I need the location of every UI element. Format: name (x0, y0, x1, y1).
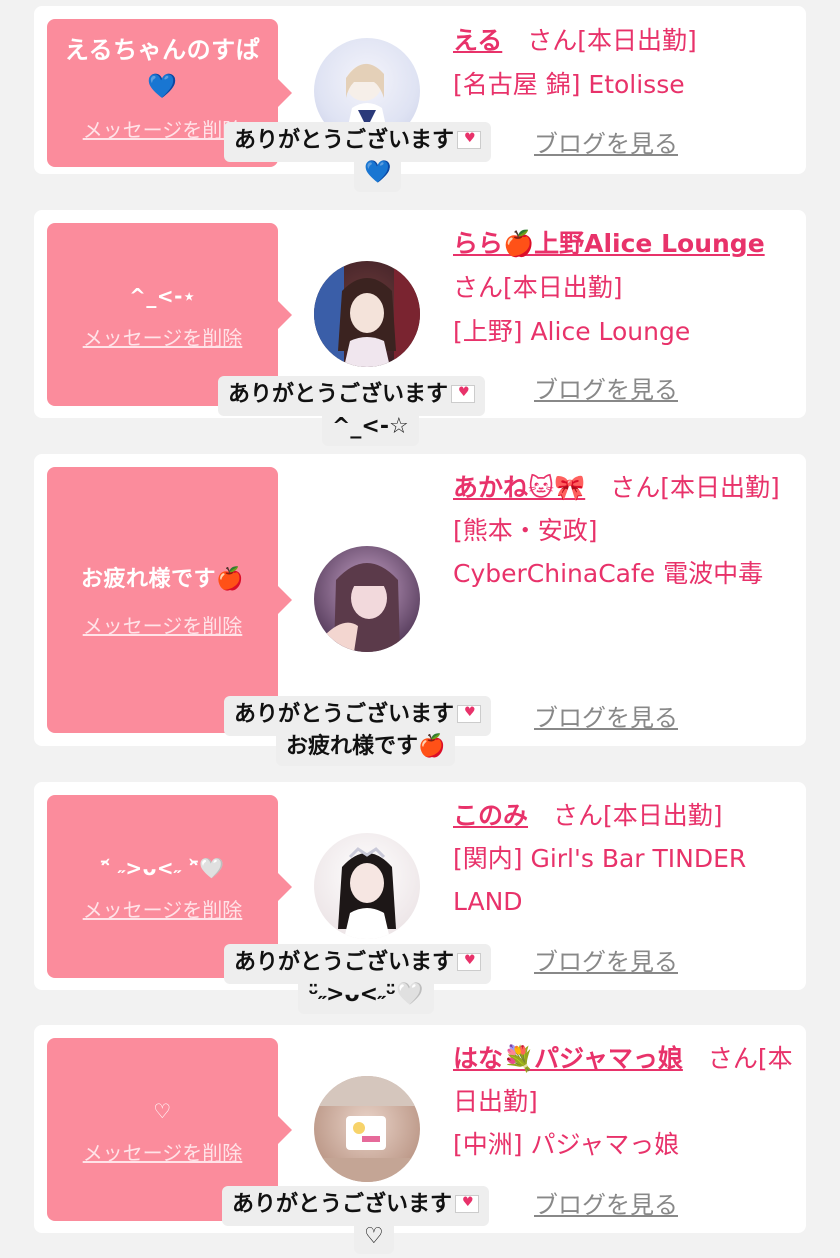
reply-text: ありがとうございます (234, 128, 455, 153)
blog-link[interactable]: ブログを見る (534, 942, 678, 977)
blog-link[interactable]: ブログを見る (534, 698, 678, 733)
envelope-heart-icon (457, 952, 482, 971)
status-text: [本日出勤] (660, 473, 780, 502)
message-box: お疲れ様です🍎 メッセージを削除 (47, 467, 292, 733)
delete-message-link[interactable]: メッセージを削除 (83, 610, 243, 639)
delete-message-link[interactable]: メッセージを削除 (83, 894, 243, 923)
reply-bubble-line2: お疲れ様です🍎 (276, 730, 456, 766)
message-text: ♡ (153, 1099, 172, 1123)
cast-name-link[interactable]: あかね🐱🎀 (453, 473, 585, 502)
san-label: さん (610, 473, 661, 502)
avatar[interactable] (314, 833, 420, 939)
avatar[interactable] (314, 546, 420, 652)
cast-name-link[interactable]: らら🍎上野Alice Lounge (453, 229, 765, 258)
delete-message-link[interactable]: メッセージを削除 (83, 322, 243, 351)
san-label: さん (707, 1044, 758, 1073)
avatar-photo-icon (338, 847, 396, 939)
blog-link[interactable]: ブログを見る (534, 370, 678, 405)
location-text: [名古屋 錦] Etolisse (453, 70, 685, 99)
status-text: [本日出勤] (603, 801, 723, 830)
cast-info: あかね🐱🎀 さん[本日出勤] [熊本・安政] CyberChinaCafe 電波… (453, 466, 798, 595)
reply-text: ありがとうございます (232, 1192, 453, 1217)
message-text: お疲れ様です🍎 (81, 566, 244, 592)
reply-bubble-line2: 💙 (354, 156, 402, 192)
location-text: [熊本・安政] CyberChinaCafe 電波中毒 (453, 516, 764, 588)
reply-text: ありがとうございます (234, 950, 455, 975)
cast-name-link[interactable]: このみ (453, 801, 528, 830)
avatar-photo-icon (314, 1076, 420, 1182)
avatar-photo-icon (324, 563, 400, 652)
avatar[interactable] (314, 261, 420, 367)
reply-bubble: ありがとうございます (222, 1186, 490, 1226)
reply-bubble-line2: ^_<-☆ (322, 410, 419, 446)
cast-info: はな💐パジャマっ娘 さん[本日出勤] [中洲] パジャマっ娘 (453, 1037, 798, 1166)
status-text: [本日出勤] (577, 26, 697, 55)
cast-name-link[interactable]: える (453, 26, 502, 55)
envelope-heart-icon (457, 130, 482, 149)
cast-info: える さん[本日出勤] [名古屋 錦] Etolisse (453, 19, 798, 107)
reply-text: ありがとうございます (234, 702, 455, 727)
delete-message-link[interactable]: メッセージを削除 (83, 114, 243, 143)
envelope-heart-icon (457, 704, 482, 723)
reply-text: ありがとうございます (228, 382, 449, 407)
message-text: ^_<-⋆ (129, 284, 196, 308)
san-label: さん (527, 26, 578, 55)
avatar-photo-icon (314, 261, 420, 367)
san-label: さん (453, 273, 504, 302)
message-text: ᵔ᷄ ˶>ᴗ<˶ ᵔ᷅🤍 (100, 856, 225, 880)
blog-link[interactable]: ブログを見る (534, 124, 678, 159)
cast-name-link[interactable]: はな💐パジャマっ娘 (453, 1044, 683, 1073)
location-text: [中洲] パジャマっ娘 (453, 1130, 680, 1159)
location-text: [関内] Girl's Bar TINDER LAND (453, 844, 747, 916)
san-label: さん (553, 801, 604, 830)
reply-bubble-line2: ♡ (354, 1220, 394, 1254)
cast-info: このみ さん[本日出勤] [関内] Girl's Bar TINDER LAND (453, 794, 798, 923)
cast-info: らら🍎上野Alice Lounge さん[本日出勤] [上野] Alice Lo… (453, 222, 798, 354)
avatar[interactable] (314, 1076, 420, 1182)
delete-message-link[interactable]: メッセージを削除 (83, 1137, 243, 1166)
status-text: [本日出勤] (503, 273, 623, 302)
envelope-heart-icon (455, 1194, 480, 1213)
location-text: [上野] Alice Lounge (453, 317, 691, 346)
envelope-heart-icon (451, 384, 476, 403)
message-text: えるちゃんのすぱ💙 (64, 35, 261, 100)
blog-link[interactable]: ブログを見る (534, 1185, 678, 1220)
reply-bubble-line2: ᵕ̈˶>ᴗ<˶ᵕ̈🤍 (298, 978, 434, 1014)
